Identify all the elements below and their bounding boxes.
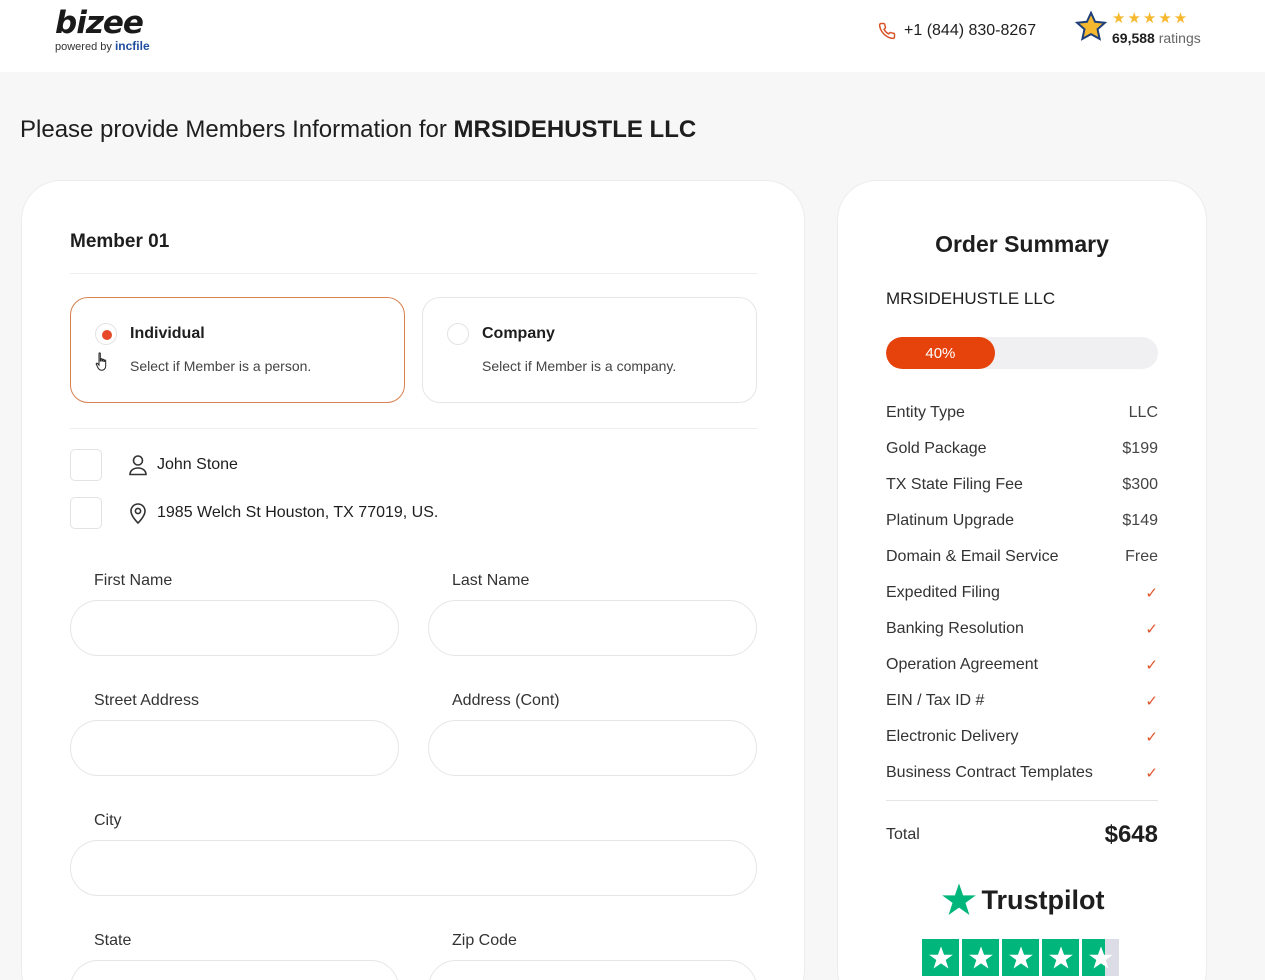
- line-item-banking-resolution: Banking Resolution ✓: [886, 620, 1158, 638]
- member-heading: Member 01: [70, 231, 170, 252]
- line-item-electronic-delivery: Electronic Delivery ✓: [886, 728, 1158, 746]
- trustpilot-star-box: [1042, 939, 1079, 976]
- bizee-logo[interactable]: bizee powered by incfile: [55, 6, 150, 53]
- trustpilot-star-box: [922, 939, 959, 976]
- trustpilot-star-icon: [941, 883, 976, 916]
- saved-member-address-row: 1985 Welch St Houston, TX 77019, US.: [70, 496, 438, 530]
- line-item-operation-agreement: Operation Agreement ✓: [886, 656, 1158, 674]
- line-item-domain-email: Domain & Email Service Free: [886, 548, 1158, 565]
- total-row: Total $648: [886, 821, 1158, 849]
- total-value: $648: [1104, 821, 1158, 848]
- total-label: Total: [886, 826, 920, 843]
- progress-fill: 40%: [886, 337, 995, 369]
- summary-divider: [886, 800, 1158, 801]
- logo-wordmark: bizee: [55, 5, 144, 41]
- trustpilot-stars: [922, 939, 1119, 976]
- phone-icon: [878, 22, 896, 40]
- rating-text: 69,588 ratings: [1112, 30, 1201, 46]
- individual-radio[interactable]: [95, 323, 117, 345]
- trustpilot-star-box-half: [1082, 939, 1119, 976]
- saved-member-name-row: John Stone: [70, 448, 238, 482]
- order-summary-title: Order Summary: [935, 231, 1109, 257]
- checkmark-icon: ✓: [1145, 657, 1158, 674]
- member-type-company[interactable]: Company Select if Member is a company.: [422, 297, 757, 403]
- city-input[interactable]: [70, 840, 757, 896]
- logo-tagline: powered by incfile: [55, 39, 150, 53]
- company-label: Company: [482, 325, 555, 342]
- divider: [70, 273, 758, 274]
- trustpilot-star-box: [962, 939, 999, 976]
- rating-stars: ★★★★★: [1112, 10, 1190, 27]
- divider: [70, 428, 758, 429]
- checkmark-icon: ✓: [1145, 693, 1158, 710]
- saved-address-text: 1985 Welch St Houston, TX 77019, US.: [157, 504, 439, 521]
- street-address-label: Street Address: [94, 692, 199, 709]
- saved-name-text: John Stone: [157, 456, 238, 473]
- state-label: State: [94, 932, 132, 949]
- ratings-badge[interactable]: ★★★★★ 69,588 ratings: [1074, 10, 1214, 50]
- first-name-input[interactable]: [70, 600, 399, 656]
- company-radio[interactable]: [447, 323, 469, 345]
- checkmark-icon: ✓: [1145, 765, 1158, 782]
- zip-code-label: Zip Code: [452, 932, 517, 949]
- line-item-platinum-upgrade: Platinum Upgrade $149: [886, 512, 1158, 529]
- line-item-state-fee: TX State Filing Fee $300: [886, 476, 1158, 493]
- company-desc: Select if Member is a company.: [482, 358, 677, 374]
- hand-cursor-icon: [95, 352, 107, 371]
- member-form-card: Member 01 Individual Select if Member is…: [21, 180, 805, 980]
- member-type-individual[interactable]: Individual Select if Member is a person.: [70, 297, 405, 403]
- location-pin-icon: [127, 502, 149, 524]
- checkmark-icon: ✓: [1145, 621, 1158, 638]
- trustpilot-star-box: [1002, 939, 1039, 976]
- last-name-label: Last Name: [452, 572, 530, 589]
- page-title: Please provide Members Information for M…: [20, 116, 697, 143]
- last-name-input[interactable]: [428, 600, 757, 656]
- line-item-entity-type: Entity Type LLC: [886, 404, 1158, 421]
- checkmark-icon: ✓: [1145, 585, 1158, 602]
- rating-star-icon: [1074, 10, 1108, 41]
- zip-code-input[interactable]: [428, 960, 757, 980]
- person-icon: [127, 454, 149, 476]
- address-cont-input[interactable]: [428, 720, 757, 776]
- individual-label: Individual: [130, 325, 205, 342]
- order-summary-card: Order Summary MRSIDEHUSTLE LLC 40% Entit…: [837, 180, 1207, 980]
- line-item-gold-package: Gold Package $199: [886, 440, 1158, 457]
- state-input[interactable]: [70, 960, 399, 980]
- line-item-ein: EIN / Tax ID # ✓: [886, 692, 1158, 710]
- address-cont-label: Address (Cont): [452, 692, 560, 709]
- saved-name-checkbox[interactable]: [70, 449, 102, 481]
- trustpilot-logo[interactable]: Trustpilot: [838, 881, 1206, 919]
- saved-address-checkbox[interactable]: [70, 497, 102, 529]
- summary-line-items: Entity Type LLC Gold Package $199 TX State…: [886, 395, 1158, 791]
- individual-desc: Select if Member is a person.: [130, 358, 312, 374]
- phone-link[interactable]: +1 (844) 830-8267: [878, 20, 1036, 42]
- line-item-contract-templates: Business Contract Templates ✓: [886, 764, 1158, 782]
- checkmark-icon: ✓: [1145, 729, 1158, 746]
- phone-number: +1 (844) 830-8267: [904, 22, 1037, 39]
- trustpilot-wordmark: Trustpilot: [981, 884, 1105, 915]
- progress-bar: 40%: [886, 337, 1158, 369]
- street-address-input[interactable]: [70, 720, 399, 776]
- line-item-expedited-filing: Expedited Filing ✓: [886, 584, 1158, 602]
- summary-company-name: MRSIDEHUSTLE LLC: [886, 289, 1056, 308]
- top-bar: bizee powered by incfile +1 (844) 830-82…: [0, 0, 1265, 72]
- city-label: City: [94, 812, 122, 829]
- first-name-label: First Name: [94, 572, 173, 589]
